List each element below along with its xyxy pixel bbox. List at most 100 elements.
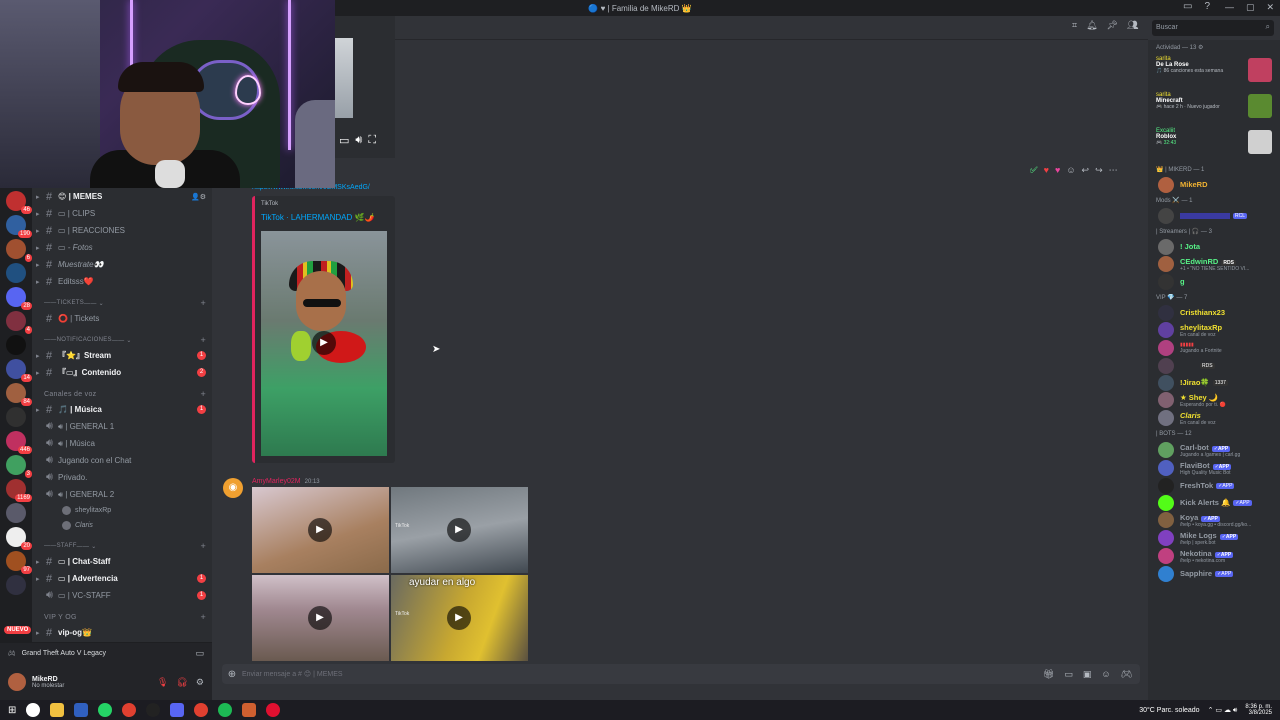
video-tile[interactable]: ayudar en algo TikTok ▶ xyxy=(391,575,528,661)
video-tile[interactable]: ▶ xyxy=(252,575,389,661)
activity-card[interactable]: Excaliit Roblox 🎮 32:43 xyxy=(1148,126,1280,162)
channel-item[interactable]: ▸ # Muestrate👀 xyxy=(32,256,212,273)
member-item[interactable]: Claris En canal de voz xyxy=(1148,409,1280,427)
server-icon[interactable]: 14 xyxy=(6,359,32,382)
member-item[interactable]: RCL xyxy=(1148,207,1280,224)
add-reaction-icon[interactable]: ☺ xyxy=(1066,165,1075,176)
channel-item[interactable]: ▸ # ▭ | CLIPS xyxy=(32,205,212,222)
embed-video[interactable]: ▶ xyxy=(261,231,387,456)
discord-avatar[interactable]: ◉ xyxy=(223,478,243,498)
avatar[interactable] xyxy=(8,673,26,691)
activity-card[interactable]: sarita Minecraft 🎮 hace 2 h · Nuevo juga… xyxy=(1148,90,1280,126)
voice-user[interactable]: Claris xyxy=(32,518,212,533)
member-item[interactable]: Carl-bot ✓APP Jugando a /games | carl.gg xyxy=(1148,441,1280,459)
play-icon[interactable]: ▶ xyxy=(447,518,471,542)
category-tickets[interactable]: ―― TICKETS ―― ⌄ + xyxy=(32,296,212,310)
sticker-icon[interactable]: ▣ xyxy=(1083,669,1092,680)
member-item[interactable]: Cristhianx23 xyxy=(1148,304,1280,321)
video-tile[interactable]: TikTok ▶ xyxy=(391,487,528,573)
captions-icon[interactable]: ▭ xyxy=(339,134,349,147)
members-icon[interactable]: 👥︎ xyxy=(1127,20,1138,31)
add-channel-icon[interactable]: + xyxy=(200,335,206,345)
whatsapp-icon[interactable] xyxy=(98,703,113,717)
member-item[interactable]: FreshTok ✓APP xyxy=(1148,477,1280,494)
member-item[interactable]: FlaviBot ✓APP High Quality Music Bot xyxy=(1148,459,1280,477)
play-icon[interactable]: ▶ xyxy=(308,518,332,542)
more-icon[interactable]: ⋯ xyxy=(1109,165,1118,176)
play-icon[interactable]: ▶ xyxy=(312,331,336,355)
server-icon[interactable]: 46 xyxy=(6,191,32,214)
add-attachment-icon[interactable]: ⊕ xyxy=(222,669,242,680)
volume-icon[interactable]: 🔊︎ xyxy=(355,134,362,147)
obs-icon[interactable] xyxy=(146,703,161,717)
voice-user[interactable]: sheylitaxRp xyxy=(32,503,212,518)
add-channel-icon[interactable]: + xyxy=(200,541,206,551)
member-item[interactable]: ▮▮▮▮▮ Jugando a Fortnite xyxy=(1148,339,1280,357)
app-icon[interactable] xyxy=(74,703,89,717)
server-icon[interactable]: 28 xyxy=(6,287,32,310)
gif-icon[interactable]: ▭ xyxy=(1064,669,1073,680)
bell-icon[interactable]: 🔔︎ xyxy=(1086,20,1097,31)
gift-icon[interactable]: 🎁︎ xyxy=(1043,669,1054,680)
server-icon[interactable] xyxy=(6,503,26,523)
category-voice[interactable]: Canales de voz + xyxy=(32,387,212,401)
server-icon[interactable]: 4 xyxy=(6,311,32,334)
voice-channel[interactable]: 🔊︎ 🔊︎ | GENERAL 2 xyxy=(32,486,212,503)
member-item[interactable]: Sapphire ✓APP xyxy=(1148,565,1280,582)
minimize-icon[interactable]: — xyxy=(1225,2,1234,13)
add-channel-icon[interactable]: + xyxy=(200,298,206,308)
server-icon[interactable] xyxy=(6,335,26,355)
voice-channel[interactable]: 🔊︎ 🔊︎ | GENERAL 1 xyxy=(32,418,212,435)
add-channel-icon[interactable]: + xyxy=(200,612,206,622)
member-item[interactable]: Koya ✓APP/help • koya.gg • discord.gg/ko.… xyxy=(1148,511,1280,529)
server-icon[interactable]: 20 xyxy=(6,527,32,550)
mute-icon[interactable]: 🎙︎ xyxy=(157,677,168,688)
member-item[interactable]: g xyxy=(1148,273,1280,290)
heart-reaction-icon[interactable]: ♥ xyxy=(1055,165,1060,176)
deafen-icon[interactable]: 🎧︎ xyxy=(176,677,187,688)
spotify-icon[interactable] xyxy=(218,703,233,717)
fullscreen-icon[interactable]: ⛶ xyxy=(368,134,376,147)
server-icon[interactable] xyxy=(6,407,26,427)
search-icon[interactable] xyxy=(26,703,41,717)
pin-icon[interactable]: 📌︎ xyxy=(1107,20,1118,31)
threads-icon[interactable]: ⌗ xyxy=(1072,20,1077,31)
member-item[interactable]: Kick Alerts 🔔 ✓APP xyxy=(1148,494,1280,511)
help-icon[interactable]: ? xyxy=(1204,1,1210,12)
chrome-icon[interactable] xyxy=(122,703,137,717)
close-icon[interactable]: ✕ xyxy=(1266,2,1274,13)
server-icon[interactable]: 1169 xyxy=(6,479,32,502)
app-icon[interactable] xyxy=(242,703,257,717)
category-notificaciones[interactable]: ―― NOTIFICACIONES ―― ⌄ + xyxy=(32,333,212,347)
member-item[interactable]: Mike Logs ✓APP/help | sperk.bot xyxy=(1148,529,1280,547)
windows-start-icon[interactable]: ⊞ xyxy=(8,705,16,716)
channel-item[interactable]: ▸ # 『▭』Contenido 2 xyxy=(32,364,212,381)
server-icon[interactable]: 84 xyxy=(6,383,32,406)
settings-icon[interactable]: 👤⚙ xyxy=(191,193,206,201)
weather-status[interactable]: 30°C Parc. soleado xyxy=(1139,707,1199,714)
message-composer[interactable]: ⊕ Enviar mensaje a # 😊 | MEMES 🎁︎ ▭ ▣ ☺ … xyxy=(222,664,1140,684)
channel-item[interactable]: ▸ # ▭ | Chat-Staff xyxy=(32,553,212,570)
voice-channel[interactable]: 🔊︎ 🔊︎ | Música xyxy=(32,435,212,452)
reply-icon[interactable]: ↩ xyxy=(1082,165,1090,176)
add-channel-icon[interactable]: + xyxy=(200,389,206,399)
voice-channel[interactable]: 🔊︎ Jugando con el Chat xyxy=(32,452,212,469)
channel-item[interactable]: ▸ # Editsss❤️ xyxy=(32,273,212,290)
video-tile[interactable]: ▶ xyxy=(252,487,389,573)
member-item[interactable]: ! Jota xyxy=(1148,238,1280,255)
channel-item[interactable]: ▸ # ▭ | REACCIONES xyxy=(32,222,212,239)
apps-icon[interactable]: 🎮︎ xyxy=(1121,669,1132,680)
channel-item[interactable]: ▸ # ▭ | Advertencia 1 xyxy=(32,570,212,587)
app-icon[interactable] xyxy=(266,703,281,717)
activity-card[interactable]: sarita De La Rose 🎵 86 canciones esta se… xyxy=(1148,54,1280,90)
server-icon[interactable] xyxy=(6,575,26,595)
check-reaction-icon[interactable]: ✅︎ xyxy=(1030,165,1038,176)
embed-title[interactable]: TikTok · LAHERMANDAD 🌿🌶️ xyxy=(261,213,374,222)
member-item[interactable]: ★ Shey 🌙 Esperando por ti. 🔴 xyxy=(1148,391,1280,409)
server-icon[interactable]: 3 xyxy=(6,455,32,478)
maximize-icon[interactable]: ▢ xyxy=(1246,2,1255,13)
voice-channel[interactable]: 🔊︎ Privado. xyxy=(32,469,212,486)
server-icon[interactable] xyxy=(6,263,26,283)
server-icon[interactable]: 97 xyxy=(6,551,32,574)
search-input[interactable]: Buscar ⌕ xyxy=(1152,20,1274,36)
